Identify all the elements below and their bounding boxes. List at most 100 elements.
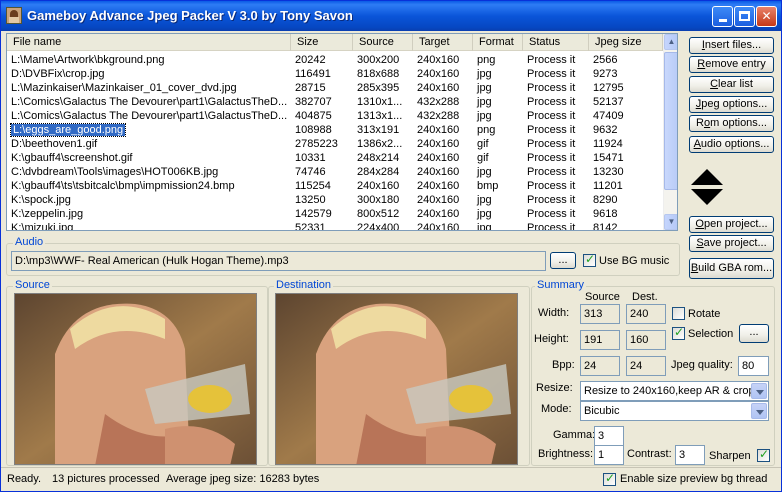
contrast-field[interactable]: 3 bbox=[675, 445, 705, 465]
move-down-arrow-icon[interactable] bbox=[691, 189, 723, 205]
rotate-checkbox[interactable] bbox=[672, 307, 685, 320]
minimize-button[interactable] bbox=[712, 6, 733, 27]
table-cell-target: 432x288 bbox=[413, 109, 473, 123]
move-up-arrow-icon[interactable] bbox=[691, 169, 723, 185]
table-row[interactable]: K:\mizuki.jpg 52331 224x400 240x160 jpg Proce… bbox=[7, 221, 663, 231]
maximize-button[interactable] bbox=[734, 6, 755, 27]
resize-dropdown-value: Resize to 240x160,keep AR & crop bbox=[584, 385, 755, 397]
table-cell-text: 240x160 bbox=[417, 180, 460, 192]
table-cell-text: 240x160 bbox=[417, 124, 460, 136]
table-cell-target: 240x160 bbox=[413, 137, 473, 151]
scroll-thumb[interactable] bbox=[664, 52, 677, 190]
table-cell-text: 1313x1... bbox=[357, 110, 403, 122]
table-cell-jpeg: 8290 bbox=[589, 193, 663, 207]
table-cell-text: jpg bbox=[477, 96, 492, 108]
scroll-up-icon[interactable]: ▲ bbox=[664, 34, 677, 50]
table-cell-text: 800x512 bbox=[357, 208, 400, 220]
table-cell-size: 74746 bbox=[291, 165, 353, 179]
table-row[interactable]: D:\DVBFix\crop.jpg 116491 818x688 240x160 jp… bbox=[7, 67, 663, 81]
table-row[interactable]: L:\eggs_are_good.png 108988 313x191 240x160… bbox=[7, 123, 663, 137]
chevron-down-icon[interactable] bbox=[751, 383, 767, 399]
table-cell-jpeg: 52137 bbox=[589, 95, 663, 109]
table-row[interactable]: K:\gbauff4\screenshot.gif 10331 248x214 240… bbox=[7, 151, 663, 165]
open-project-button[interactable]: Open project... bbox=[689, 216, 774, 233]
table-cell-source: 224x400 bbox=[353, 221, 413, 231]
remove-entry-button[interactable]: Remove entry bbox=[689, 56, 774, 73]
table-cell-text: 11201 bbox=[593, 180, 623, 192]
table-cell-status: Process it bbox=[523, 81, 589, 95]
reorder-arrows bbox=[690, 169, 723, 209]
chevron-down-icon[interactable] bbox=[751, 403, 767, 419]
browse-audio-button[interactable]: ... bbox=[550, 252, 576, 269]
table-row[interactable]: D:\beethoven1.gif 2785223 1386x2... 240x160… bbox=[7, 137, 663, 151]
table-cell-text: 2785223 bbox=[295, 138, 338, 150]
table-row[interactable]: L:\Mame\Artwork\bkground.png 20242 300x200… bbox=[7, 53, 663, 67]
use-bg-music-label: Use BG music bbox=[599, 255, 670, 267]
insert-files-button[interactable]: Insert files... bbox=[689, 37, 774, 54]
table-row[interactable]: L:\Comics\Galactus The Devourer\part1\Ga… bbox=[7, 95, 663, 109]
table-cell-text: Process it bbox=[527, 222, 576, 231]
sharpen-checkbox[interactable] bbox=[757, 447, 770, 462]
mode-dropdown[interactable]: Bicubic bbox=[580, 401, 769, 421]
table-cell-source: 1386x2... bbox=[353, 137, 413, 151]
scroll-down-icon[interactable]: ▼ bbox=[664, 214, 677, 230]
file-list[interactable]: File name Size Source Target Format Stat… bbox=[6, 33, 678, 231]
column-header-status[interactable]: Status bbox=[523, 34, 589, 51]
table-cell-status: Process it bbox=[523, 151, 589, 165]
column-header-target[interactable]: Target bbox=[413, 34, 473, 51]
table-cell-jpeg: 8142 bbox=[589, 221, 663, 231]
table-row[interactable]: L:\Comics\Galactus The Devourer\part1\Ga… bbox=[7, 109, 663, 123]
table-cell-source: 300x200 bbox=[353, 53, 413, 67]
selection-browse-button[interactable]: ... bbox=[739, 324, 769, 343]
file-list-scrollbar[interactable]: ▲ ▼ bbox=[663, 34, 677, 230]
table-cell-source: 800x512 bbox=[353, 207, 413, 221]
table-cell-file: C:\dvbdream\Tools\images\HOT006KB.jpg bbox=[7, 165, 291, 179]
column-header-file-name[interactable]: File name bbox=[7, 34, 291, 51]
column-header-format[interactable]: Format bbox=[473, 34, 523, 51]
preview-thread-checkbox[interactable] bbox=[603, 471, 616, 486]
destination-preview-picture bbox=[276, 294, 517, 464]
table-cell-format: png bbox=[473, 123, 523, 137]
brightness-field[interactable]: 1 bbox=[594, 445, 624, 465]
summary-dest-header: Dest. bbox=[632, 291, 658, 303]
rom-options-button[interactable]: Rom options... bbox=[689, 115, 774, 132]
table-row[interactable]: K:\gbauff4\ts\tsbitcalc\bmp\impmission24… bbox=[7, 179, 663, 193]
mode-dropdown-value: Bicubic bbox=[584, 405, 620, 417]
app-icon[interactable] bbox=[6, 7, 22, 24]
table-row[interactable]: K:\zeppelin.jpg 142579 800x512 240x160 jpg Pr… bbox=[7, 207, 663, 221]
resize-dropdown[interactable]: Resize to 240x160,keep AR & crop bbox=[580, 381, 769, 401]
gamma-field[interactable]: 3 bbox=[594, 426, 624, 446]
table-cell-text: 382707 bbox=[295, 96, 332, 108]
table-row[interactable]: K:\spock.jpg 13250 300x180 240x160 jpg Proces… bbox=[7, 193, 663, 207]
table-row[interactable]: C:\dvbdream\Tools\images\HOT006KB.jpg 747… bbox=[7, 165, 663, 179]
column-header-size[interactable]: Size bbox=[291, 34, 353, 51]
table-row[interactable]: L:\Mazinkaiser\Mazinkaiser_01_cover_dvd.… bbox=[7, 81, 663, 95]
column-header-jpeg-size[interactable]: Jpeg size bbox=[589, 34, 663, 51]
table-cell-text: K:\gbauff4\ts\tsbitcalc\bmp\impmission24… bbox=[11, 180, 235, 192]
jpeg-quality-field[interactable]: 80 bbox=[738, 356, 769, 376]
table-cell-size: 115254 bbox=[291, 179, 353, 193]
use-bg-music-checkbox[interactable] bbox=[583, 252, 596, 267]
table-cell-text: jpg bbox=[477, 82, 492, 94]
table-cell-text: 8142 bbox=[593, 222, 618, 231]
audio-path-field[interactable]: D:\mp3\WWF- Real American (Hulk Hogan Th… bbox=[11, 251, 546, 271]
table-cell-text: 9618 bbox=[593, 208, 618, 220]
table-cell-source: 1313x1... bbox=[353, 109, 413, 123]
clear-list-button[interactable]: Clear list bbox=[689, 76, 774, 93]
table-cell-format: bmp bbox=[473, 179, 523, 193]
insert-files-label-c: nsert files... bbox=[704, 39, 762, 51]
jpeg-options-button[interactable]: Jpeg options... bbox=[689, 96, 774, 113]
column-header-source[interactable]: Source bbox=[353, 34, 413, 51]
remove-entry-label-c: emove entry bbox=[705, 58, 766, 70]
table-cell-format: jpg bbox=[473, 193, 523, 207]
close-button[interactable]: ✕ bbox=[756, 6, 777, 27]
table-cell-text: 224x400 bbox=[357, 222, 400, 231]
selection-checkbox[interactable] bbox=[672, 325, 685, 340]
save-project-button[interactable]: Save project... bbox=[689, 235, 774, 252]
table-cell-text: 2566 bbox=[593, 54, 618, 66]
table-cell-text: 240x160 bbox=[417, 208, 460, 220]
table-cell-text: 142579 bbox=[295, 208, 332, 220]
title-bar[interactable]: Gameboy Advance Jpeg Packer V 3.0 by Ton… bbox=[1, 1, 781, 31]
build-gba-rom-button[interactable]: Build GBA rom... bbox=[689, 258, 774, 279]
audio-options-button[interactable]: Audio options... bbox=[689, 136, 774, 153]
